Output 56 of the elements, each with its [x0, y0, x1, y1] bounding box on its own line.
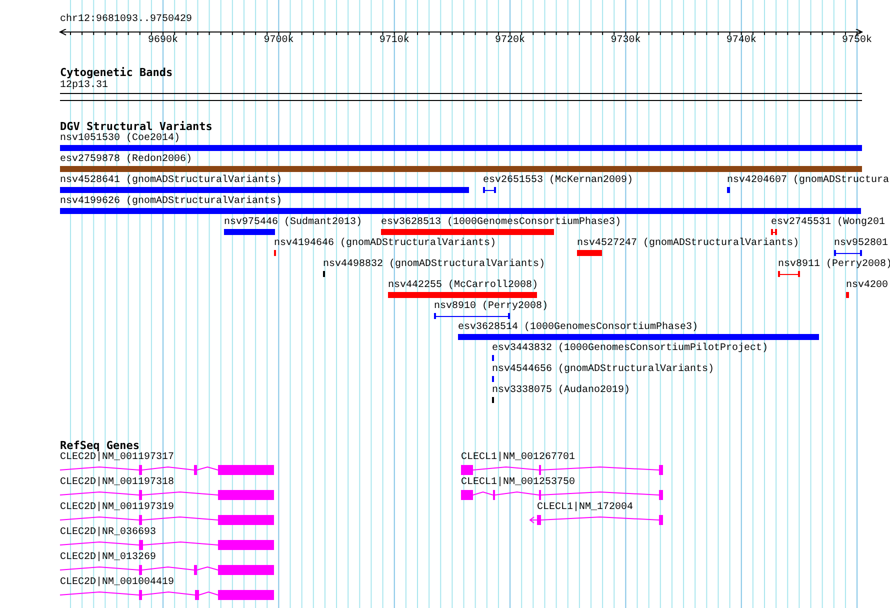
gene-model-drawing[interactable]: [529, 514, 663, 526]
gene-model-drawing[interactable]: [60, 564, 274, 576]
variant-label: esv2759878 (Redon2006): [60, 154, 192, 166]
band-label: 12p13.31: [60, 80, 108, 92]
variant-label: nsv4544656 (gnomADStructuralVariants): [492, 364, 714, 376]
variant-label: esv3443832 (1000GenomesConsortiumPilotProject): [492, 343, 768, 355]
gene-label: CLEC2D|NM_001197318: [60, 477, 174, 489]
gene-label: CLECL1|NM_001253750: [461, 477, 576, 489]
variant-label: nsv4527247 (gnomADStructuralVariants): [577, 238, 800, 250]
tick-label: 9750k: [842, 35, 872, 47]
gene-model-drawing[interactable]: [461, 489, 663, 501]
variant-label: esv3628514 (1000GenomesConsortiumPhase3): [458, 322, 698, 334]
gene-label: CLEC2D|NM_013269: [60, 552, 156, 564]
variant-label: nsv442255 (McCarroll2008): [388, 280, 538, 292]
gene-model-drawing[interactable]: [60, 489, 274, 501]
variant-bar[interactable]: [483, 187, 496, 193]
location-label: chr12:9681093..9750429: [60, 14, 192, 26]
tick-label: 9700k: [264, 35, 294, 47]
variant-bar[interactable]: [771, 229, 777, 235]
gene-label: CLECL1|NM_172004: [537, 502, 634, 514]
tick-label: 9730k: [610, 35, 641, 47]
variant-label: esv3628513 (1000GenomesConsortiumPhase3): [381, 217, 622, 229]
variant-label: nsv4199626 (gnomADStructuralVariants): [60, 196, 282, 208]
variant-label: nsv3338075 (Audano2019): [492, 385, 630, 397]
variant-label: nsv952801: [834, 238, 888, 250]
variant-label: nsv4498832 (gnomADStructuralVariants): [323, 259, 546, 271]
tick-label: 9710k: [379, 35, 410, 47]
gene-label: CLEC2D|NM_001197317: [60, 452, 174, 464]
gene-label: CLEC2D|NM_001197319: [60, 502, 174, 514]
track-title: DGV Structural Variants: [60, 121, 212, 133]
track-title: RefSeq Genes: [60, 440, 140, 452]
variant-bar[interactable]: [778, 271, 800, 277]
gene-label: CLECL1|NM_001267701: [461, 452, 576, 464]
gene-model-drawing[interactable]: [461, 464, 663, 476]
gene-model-drawing[interactable]: [60, 539, 274, 551]
variant-label: nsv4200: [846, 280, 888, 292]
variant-label: nsv1051530 (Coe2014): [60, 133, 180, 145]
gene-model-drawing[interactable]: [60, 589, 274, 601]
gene-label: CLEC2D|NR_036693: [60, 527, 156, 539]
variant-label: nsv975446 (Sudmant2013): [224, 217, 362, 229]
variant-label: esv2745531 (Wong201: [771, 217, 886, 229]
variant-bar[interactable]: [834, 250, 862, 256]
tick-label: 9720k: [495, 35, 526, 47]
tick-label: 9690k: [148, 35, 178, 47]
variant-label: nsv4528641 (gnomADStructuralVariants): [60, 175, 282, 187]
variant-bar[interactable]: [434, 313, 510, 319]
variant-label: nsv4204607 (gnomADStructura: [727, 175, 890, 187]
variant-label: esv2651553 (McKernan2009): [483, 175, 634, 187]
tick-label: 9740k: [726, 35, 756, 47]
gene-model-drawing[interactable]: [60, 464, 274, 476]
track-title: Cytogenetic Bands: [60, 67, 173, 79]
variant-label: nsv8910 (Perry2008): [434, 301, 548, 313]
gene-label: CLEC2D|NM_001004419: [60, 577, 174, 589]
gene-model-drawing[interactable]: [60, 514, 274, 526]
variant-label: nsv8911 (Perry2008): [778, 259, 890, 271]
variant-label: nsv4194646 (gnomADStructuralVariants): [274, 238, 496, 250]
